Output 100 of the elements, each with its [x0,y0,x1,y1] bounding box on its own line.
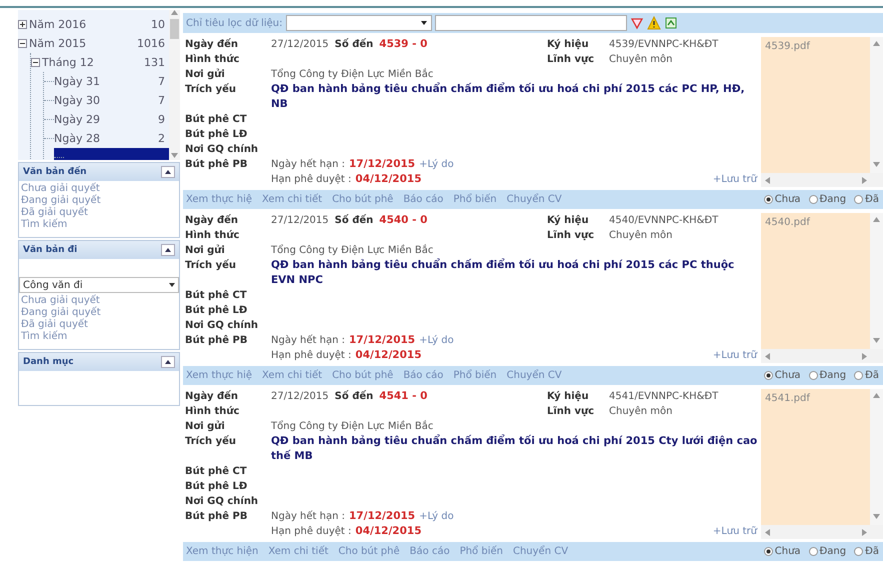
scrollbar[interactable] [870,37,883,173]
action-link[interactable]: Xem chi tiết [268,546,328,557]
filter-dropdown[interactable] [286,15,432,31]
action-link[interactable]: Cho bút phê [332,194,394,205]
tree-item[interactable]: Ngày 31 7 [44,72,169,91]
sidebar-link[interactable]: Đang giải quyết [21,195,177,207]
status-radio[interactable]: Chưa [764,370,801,381]
field-label: Ngày đến [185,213,240,228]
sidebar-link[interactable]: Đã giải quyết [21,207,177,219]
scroll-thumb[interactable] [170,19,179,39]
archive-link[interactable]: +Lưu trữ [712,524,761,539]
action-link[interactable]: Phổ biến [453,194,497,205]
tree-item[interactable]: Ngày 28 2 [44,129,169,148]
status-radio[interactable]: Đã [854,546,879,557]
scrollbar[interactable] [761,349,883,363]
expand-icon[interactable] [18,20,27,29]
action-link[interactable]: Cho bút phê [338,546,400,557]
sender-value: Tổng Công ty Điện Lực Miền Bắc [271,419,434,434]
action-link[interactable]: Xem chi tiết [262,370,322,381]
sidebar-link[interactable]: Đã giải quyết [21,319,177,331]
field-label: Bút phê PB [185,510,248,524]
action-link[interactable]: Chuyển CV [506,370,562,381]
field-label: Trích yếu [185,434,238,449]
tree-item[interactable]: Năm 2016 10 [18,15,169,34]
status-radio[interactable]: Đã [854,194,879,205]
scroll-down-icon[interactable] [873,514,880,521]
sidebar-link[interactable]: Tìm kiếm [21,331,177,343]
tree-item[interactable]: Ngày 29 9 [44,110,169,129]
scroll-up-icon[interactable] [873,41,880,48]
status-radio[interactable]: Chưa [764,194,801,205]
warning-icon[interactable] [646,16,660,30]
collapse-button[interactable] [161,166,175,178]
archive-link[interactable]: +Lưu trữ [712,172,761,187]
panel-title: Văn bản đến [23,167,87,177]
collapse-icon[interactable] [18,39,27,48]
status-radio[interactable]: Đang [808,370,846,381]
sidebar-link[interactable]: Chưa giải quyết [21,295,177,307]
scroll-left-icon[interactable] [765,352,772,360]
number-value: 4541 - 0 [379,389,428,404]
action-link[interactable]: Xem thực hiệ [186,194,252,205]
scroll-right-icon[interactable] [862,352,869,360]
summary-text: QĐ ban hành bảng tiêu chuẩn chấm điểm tối ưu hoá chi phí 2015 các PC thuộc EVN NPC [271,258,736,288]
action-link[interactable]: Báo cáo [403,194,444,205]
scroll-right-icon[interactable] [862,176,869,184]
scrollbar[interactable] [761,525,883,539]
symbol-value: 4540/EVNNPC-KH&ĐT [609,214,720,228]
status-radio[interactable]: Đang [808,546,846,557]
action-link[interactable]: Xem thực hiệ [186,370,252,381]
filter-input[interactable] [434,15,626,31]
scroll-down-icon[interactable] [171,153,178,160]
scroll-up-icon[interactable] [171,10,178,17]
scrollbar[interactable] [169,10,180,160]
action-link[interactable]: Phổ biến [453,370,497,381]
status-radio[interactable]: Chưa [764,546,801,557]
panel-title: Văn bản đi [23,245,78,255]
tree-item[interactable]: Ngày 30 7 [44,91,169,110]
field-label: Ngày hết hạn : [271,510,345,524]
filter-icon[interactable] [630,16,644,30]
scroll-right-icon[interactable] [862,528,869,536]
reason-link[interactable]: +Lý do [419,333,454,348]
dropdown[interactable]: Công văn đi [19,277,179,293]
reason-link[interactable]: +Lý do [419,509,454,524]
reason-link[interactable]: +Lý do [419,157,454,172]
collapse-icon[interactable] [31,58,40,67]
deadline-value: 17/12/2015 [349,157,416,172]
collapse-button[interactable] [161,356,175,368]
sidebar-link[interactable]: Đang giải quyết [21,307,177,319]
field-label: Hình thức [185,53,240,67]
action-link[interactable]: Báo cáo [410,546,450,557]
field-label: Nơi GQ chính [185,143,260,157]
archive-link[interactable]: +Lưu trữ [712,348,761,363]
action-link[interactable]: Xem chi tiết [262,194,322,205]
number-value: 4539 - 0 [379,37,428,52]
action-link[interactable]: Chuyển CV [512,546,568,557]
action-link[interactable]: Chuyển CV [506,194,562,205]
deadline-value: 04/12/2015 [355,524,422,539]
field-label: Trích yếu [185,258,238,273]
symbol-value: 4539/EVNNPC-KH&ĐT [609,38,720,52]
scroll-down-icon[interactable] [873,162,880,169]
field-label: Nơi GQ chính [185,495,260,509]
sidebar-link[interactable]: Chưa giải quyết [21,183,177,195]
scroll-left-icon[interactable] [765,528,772,536]
action-link[interactable]: Xem thực hiện [186,546,258,557]
action-link[interactable]: Báo cáo [403,370,444,381]
scroll-down-icon[interactable] [873,338,880,345]
field-label: Nơi gửi [185,68,226,82]
scroll-left-icon[interactable] [765,176,772,184]
action-link[interactable]: Phổ biến [460,546,503,557]
action-link[interactable]: Cho bút phê [332,370,394,381]
status-radio[interactable]: Đang [808,194,846,205]
tree-item[interactable]: Năm 2015 1016 [18,34,169,53]
scrollbar[interactable] [870,213,883,349]
collapse-button[interactable] [161,244,175,256]
tree-item[interactable]: Tháng 12 131 [31,53,169,72]
sidebar-link[interactable]: Tìm kiếm [21,219,177,231]
scrollbar[interactable] [870,389,883,525]
scroll-up-icon[interactable] [873,217,880,224]
scroll-up-icon[interactable] [873,393,880,400]
status-radio[interactable]: Đã [854,370,879,381]
scrollbar[interactable] [761,173,883,187]
